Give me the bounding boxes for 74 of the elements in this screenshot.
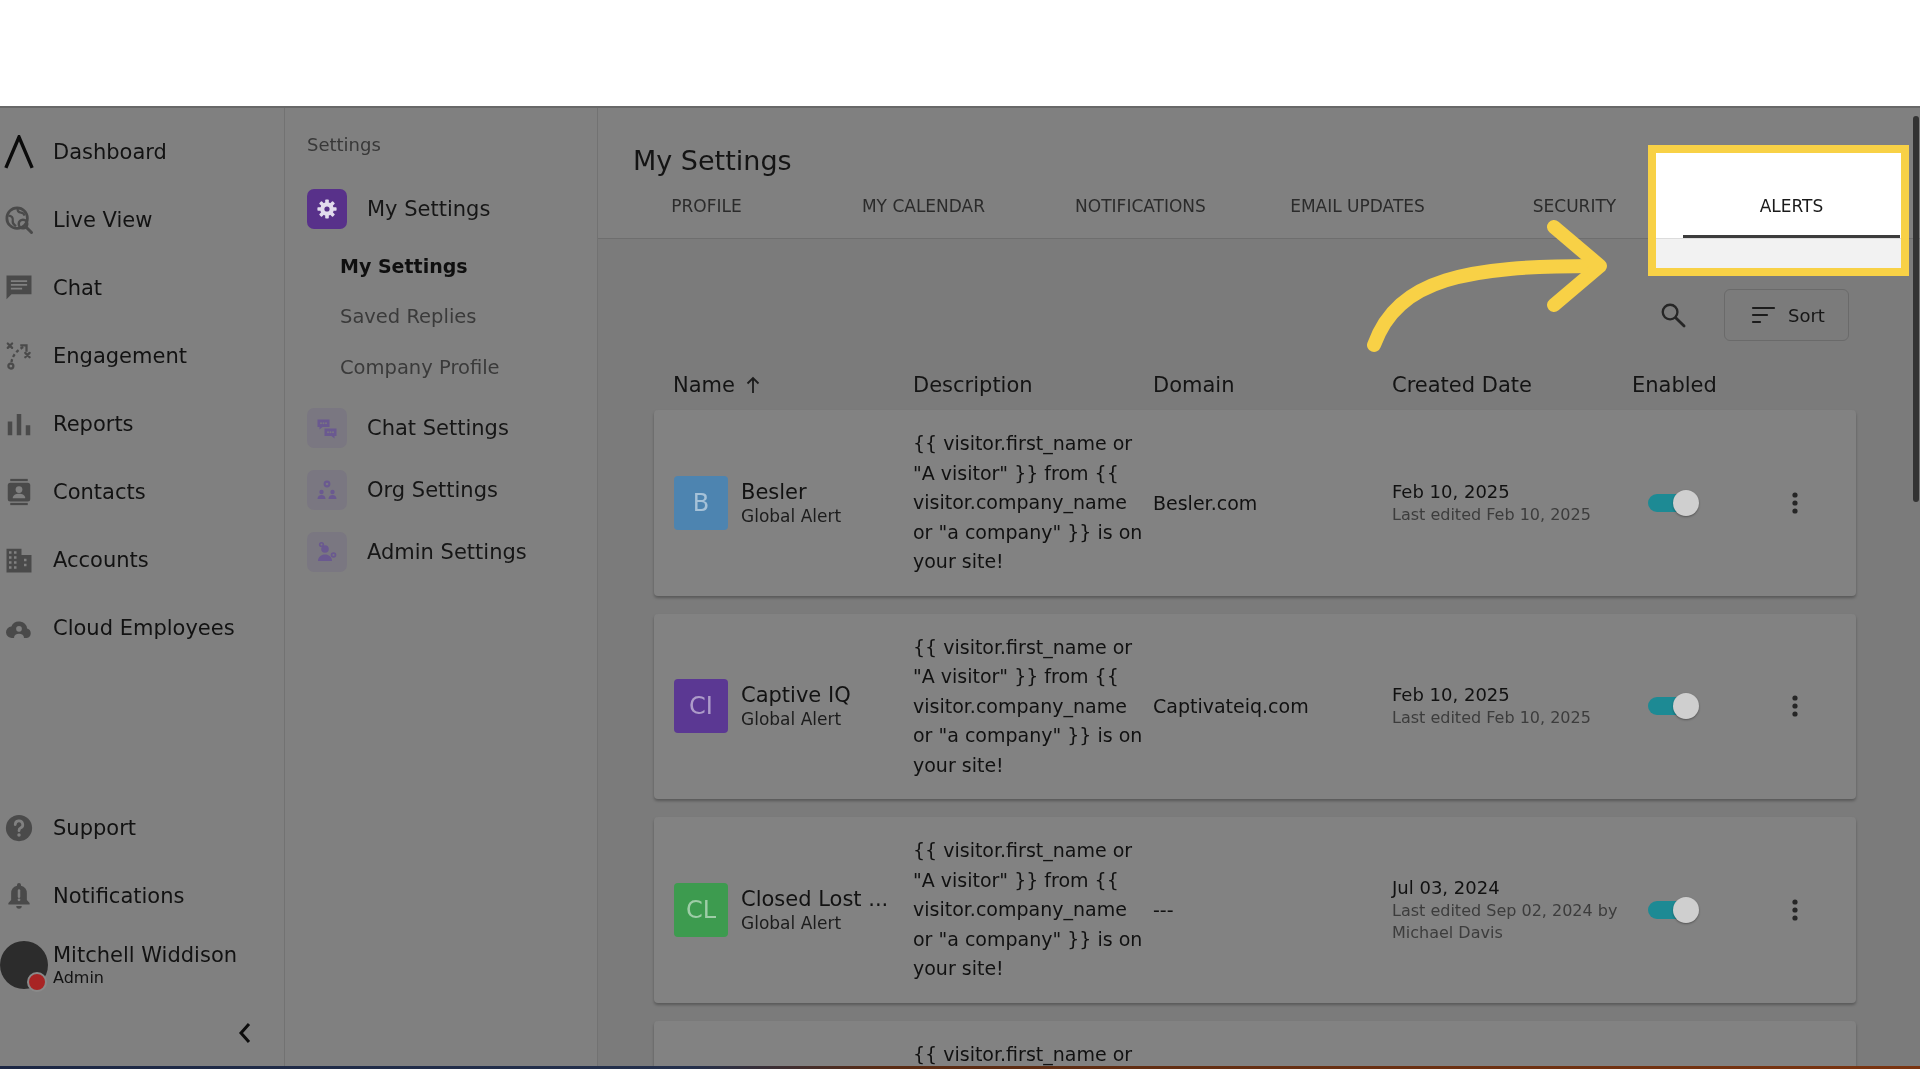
column-header[interactable]: Name	[673, 373, 735, 397]
alert-domain: Besler.com	[1153, 491, 1259, 514]
help-icon	[4, 813, 34, 843]
alert-type: Global Alert	[741, 911, 843, 934]
last-edited-text: Last edited Sep 02, 2024 by Michael Davis	[1392, 899, 1619, 944]
toggle-switch[interactable]	[1648, 692, 1700, 721]
alert-name: Besler	[741, 478, 808, 505]
settings-nav-item[interactable]: Chat Settings	[307, 403, 597, 453]
nav-item[interactable]: Reports	[0, 390, 284, 458]
settings-subnav-item[interactable]: My Settings	[307, 240, 597, 291]
user-role: Admin	[53, 968, 105, 988]
page-title: My Settings	[632, 145, 793, 177]
nav-item[interactable]: Engagement	[0, 322, 284, 390]
chevron-left-icon[interactable]	[238, 1022, 252, 1044]
scrollbar-thumb[interactable]	[1913, 116, 1919, 502]
settings-nav-item[interactable]: My Settings	[307, 184, 597, 234]
nav-item[interactable]: Live View	[0, 186, 284, 254]
strategy-diagram-icon	[4, 341, 34, 371]
settings-nav-item[interactable]: Org Settings	[307, 465, 597, 515]
last-edited-text: Last edited Feb 10, 2025	[1392, 503, 1592, 526]
settings-subnav-item[interactable]: Saved Replies	[307, 291, 597, 342]
nav-item[interactable]: Cloud Employees	[0, 594, 284, 662]
kebab-menu-icon[interactable]	[1792, 491, 1798, 514]
person-gear-icon	[307, 532, 347, 572]
column-header[interactable]: Enabled	[1632, 373, 1717, 397]
alert-domain: Captivateiq.com	[1153, 695, 1310, 718]
nav-item[interactable]: Accounts	[0, 526, 284, 594]
created-date: Feb 10, 2025	[1392, 479, 1511, 504]
settings-icon	[307, 189, 347, 229]
alert-domain: ---	[1153, 898, 1175, 921]
nav-item[interactable]: Chat	[0, 254, 284, 322]
tab[interactable]: MY CALENDAR	[815, 180, 1032, 238]
logo-icon	[4, 135, 34, 169]
user-name: Mitchell Widdison	[53, 942, 238, 968]
alert-description: {{ visitor.first_name or	[913, 1041, 1134, 1066]
column-header[interactable]: Created Date	[1392, 373, 1532, 397]
tab[interactable]: EMAIL UPDATES	[1249, 180, 1466, 238]
alert-name: Closed Lost ...	[741, 885, 889, 912]
created-date: Feb 10, 2025	[1392, 683, 1511, 708]
tab[interactable]: PROFILE	[598, 180, 815, 238]
kebab-menu-icon[interactable]	[1792, 898, 1798, 921]
toggle-switch[interactable]	[1648, 895, 1700, 924]
tab[interactable]: SECURITY	[1466, 180, 1683, 238]
tab[interactable]: NOTIFICATIONS	[1032, 180, 1249, 238]
toggle-switch[interactable]	[1648, 488, 1700, 517]
column-header[interactable]: Description	[913, 373, 1033, 397]
search-icon[interactable]	[1659, 301, 1687, 329]
sort-up-icon[interactable]	[744, 376, 761, 394]
initials-avatar: CI	[674, 679, 728, 734]
globe-search-icon	[4, 205, 34, 235]
settings-subnav-item[interactable]: Company Profile	[307, 342, 597, 393]
sort-button[interactable]: Sort	[1724, 289, 1849, 341]
nav-item[interactable]: Contacts	[0, 458, 284, 526]
initials-avatar: B	[674, 475, 728, 530]
avatar-placeholder	[0, 941, 48, 989]
nav-item[interactable]: Dashboard	[0, 118, 284, 186]
last-edited-text: Last edited Feb 10, 2025	[1392, 707, 1592, 730]
initials-avatar: CL	[674, 882, 728, 937]
alert-name: Captive IQ	[741, 682, 851, 709]
created-date: Jul 03, 2024	[1392, 875, 1501, 900]
alert-description: {{ visitor.first_name or "A visitor" }} from {{ visitor.company_name or "a company" }} is on your site!	[913, 838, 1144, 981]
people-gear-icon	[307, 470, 347, 510]
alert-description: {{ visitor.first_name or "A visitor" }} from {{ visitor.company_name or "a company" }} is on your site!	[913, 634, 1144, 778]
sort-lines-icon	[1751, 306, 1776, 324]
column-header[interactable]: Domain	[1153, 373, 1235, 397]
settings-nav-item[interactable]: Admin Settings	[307, 527, 597, 577]
nav-item[interactable]: Notifications	[0, 862, 284, 930]
alert-description: {{ visitor.first_name or "A visitor" }} from {{ visitor.company_name or "a company" }} is on your site!	[913, 431, 1144, 574]
alert-type: Global Alert	[741, 504, 842, 527]
nav-item[interactable]: Support	[0, 794, 284, 862]
chat-bubbles-icon	[307, 408, 347, 448]
section-heading: Settings	[307, 133, 382, 157]
alert-type: Global Alert	[741, 708, 843, 731]
kebab-menu-icon[interactable]	[1792, 695, 1798, 718]
